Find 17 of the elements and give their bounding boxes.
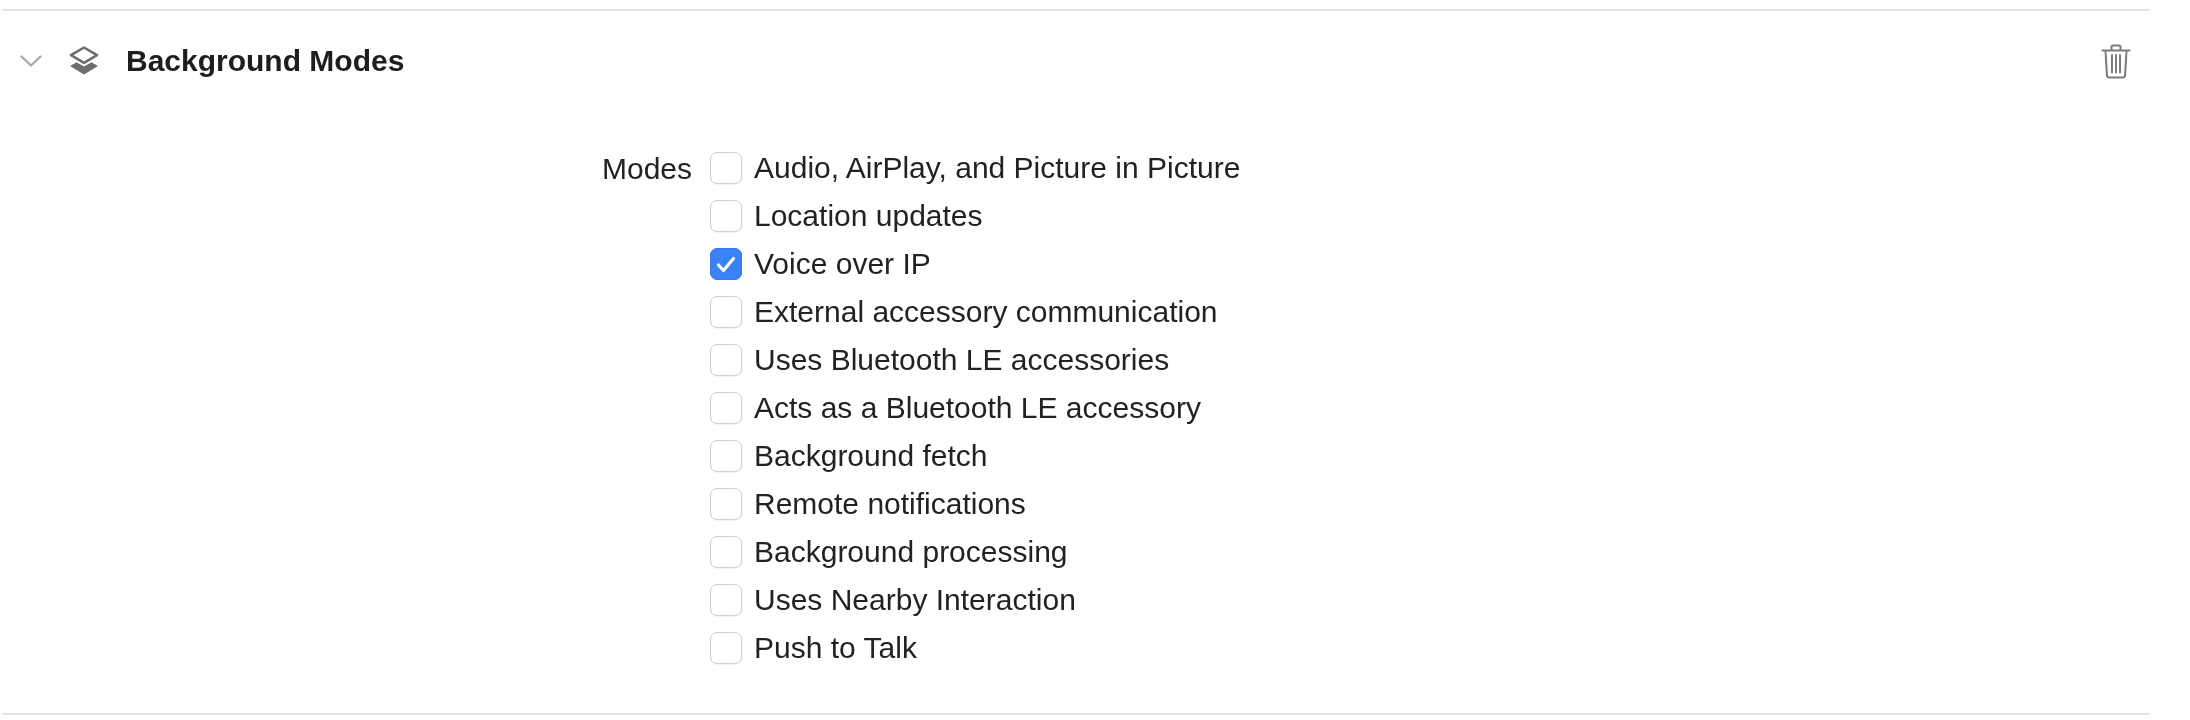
- section-title: Background Modes: [126, 43, 405, 79]
- checkbox-label[interactable]: Uses Nearby Interaction: [754, 582, 1076, 618]
- checkbox-label[interactable]: Remote notifications: [754, 486, 1026, 522]
- checkbox[interactable]: [710, 248, 742, 280]
- field-label: Modes: [601, 151, 692, 187]
- checkbox-label[interactable]: Location updates: [754, 198, 983, 234]
- checkbox-label[interactable]: Voice over IP: [754, 246, 931, 282]
- checkbox-label[interactable]: Uses Bluetooth LE accessories: [754, 342, 1170, 378]
- trash-icon[interactable]: [2101, 43, 2131, 79]
- checkbox-label[interactable]: Push to Talk: [754, 630, 917, 666]
- checkbox-label[interactable]: Acts as a Bluetooth LE accessory: [754, 390, 1201, 426]
- chevron-icon[interactable]: [20, 55, 42, 67]
- checkbox-label[interactable]: Background processing: [754, 534, 1068, 570]
- checkbox-label[interactable]: Audio, AirPlay, and Picture in Picture: [754, 150, 1241, 186]
- checkmark-icon: [716, 255, 736, 273]
- checkbox-label[interactable]: Background fetch: [754, 438, 988, 474]
- checkbox-label[interactable]: External accessory communication: [754, 294, 1218, 330]
